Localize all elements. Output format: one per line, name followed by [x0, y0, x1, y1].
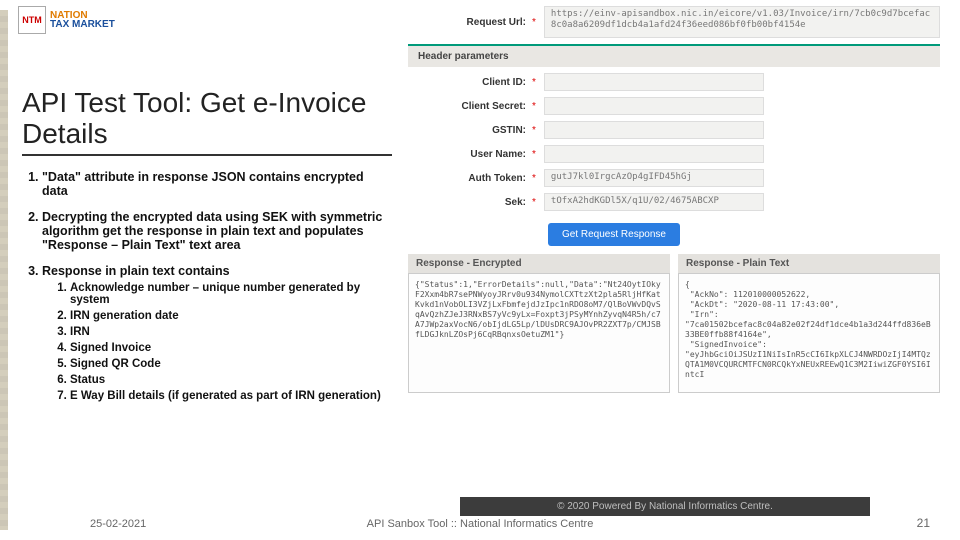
sub-2: IRN generation date	[70, 310, 392, 322]
response-encrypted-header: Response - Encrypted	[408, 254, 670, 273]
copyright-bar: © 2020 Powered By National Informatics C…	[460, 497, 870, 516]
label-sek: Sek:	[408, 197, 532, 208]
label-gstin: GSTIN:	[408, 125, 532, 136]
footer-center: API Sanbox Tool :: National Informatics …	[0, 518, 960, 530]
sub-4: Signed Invoice	[70, 342, 392, 354]
row-gstin: GSTIN: *	[408, 121, 940, 139]
input-sek[interactable]: tOfxA2hdKGDl5X/q1U/02/4675ABCXP	[544, 193, 764, 211]
row-client-id: Client ID: *	[408, 73, 940, 91]
header-parameters-bar: Header parameters	[408, 44, 940, 67]
required-marker: *	[532, 101, 536, 112]
label-client-id: Client ID:	[408, 77, 532, 88]
main-list: "Data" attribute in response JSON contai…	[22, 170, 392, 402]
get-request-response-button[interactable]: Get Request Response	[548, 223, 680, 246]
response-row: Response - Encrypted {"Status":1,"ErrorD…	[408, 254, 940, 393]
sub-1: Acknowledge number – unique number gener…	[70, 282, 392, 306]
label-username: User Name:	[408, 149, 532, 160]
ntm-icon: NTM	[18, 6, 46, 34]
label-request-url: Request Url:	[408, 17, 532, 28]
row-sek: Sek: * tOfxA2hdKGDl5X/q1U/02/4675ABCXP	[408, 193, 940, 211]
sub-list: Acknowledge number – unique number gener…	[42, 282, 392, 402]
row-client-secret: Client Secret: *	[408, 97, 940, 115]
point-3: Response in plain text contains Acknowle…	[42, 264, 392, 402]
required-marker: *	[532, 77, 536, 88]
required-marker: *	[532, 149, 536, 160]
response-plain-body[interactable]: { "AckNo": 112010000052622, "AckDt": "20…	[678, 273, 940, 393]
response-encrypted-body[interactable]: {"Status":1,"ErrorDetails":null,"Data":"…	[408, 273, 670, 393]
point-2: Decrypting the encrypted data using SEK …	[42, 210, 392, 252]
sub-7: E Way Bill details (if generated as part…	[70, 390, 392, 402]
response-plain-header: Response - Plain Text	[678, 254, 940, 273]
ntm-text: NATION TAX MARKET	[50, 11, 115, 30]
row-request-url: Request Url: * https://einv-apisandbox.n…	[408, 6, 940, 38]
row-username: User Name: *	[408, 145, 940, 163]
label-client-secret: Client Secret:	[408, 101, 532, 112]
api-test-panel: Request Url: * https://einv-apisandbox.n…	[408, 0, 940, 500]
input-auth-token[interactable]: gutJ7kl0IrgcAzOp4gIFD45hGj	[544, 169, 764, 187]
footer-page-number: 21	[917, 516, 930, 530]
logo-national-tax-market: NTM NATION TAX MARKET	[18, 6, 115, 34]
row-auth-token: Auth Token: * gutJ7kl0IrgcAzOp4gIFD45hGj	[408, 169, 940, 187]
label-auth-token: Auth Token:	[408, 173, 532, 184]
required-marker: *	[532, 17, 536, 28]
slide-left-border	[0, 10, 8, 530]
input-gstin[interactable]	[544, 121, 764, 139]
sub-5: Signed QR Code	[70, 358, 392, 370]
response-encrypted-box: Response - Encrypted {"Status":1,"ErrorD…	[408, 254, 670, 393]
input-username[interactable]	[544, 145, 764, 163]
point-1: "Data" attribute in response JSON contai…	[42, 170, 392, 198]
response-plain-box: Response - Plain Text { "AckNo": 1120100…	[678, 254, 940, 393]
input-client-id[interactable]	[544, 73, 764, 91]
sub-3: IRN	[70, 326, 392, 338]
slide-text-column: API Test Tool: Get e-Invoice Details "Da…	[22, 88, 392, 414]
slide-title: API Test Tool: Get e-Invoice Details	[22, 88, 392, 156]
required-marker: *	[532, 197, 536, 208]
input-client-secret[interactable]	[544, 97, 764, 115]
input-request-url[interactable]: https://einv-apisandbox.nic.in/eicore/v1…	[544, 6, 940, 38]
sub-6: Status	[70, 374, 392, 386]
required-marker: *	[532, 125, 536, 136]
required-marker: *	[532, 173, 536, 184]
